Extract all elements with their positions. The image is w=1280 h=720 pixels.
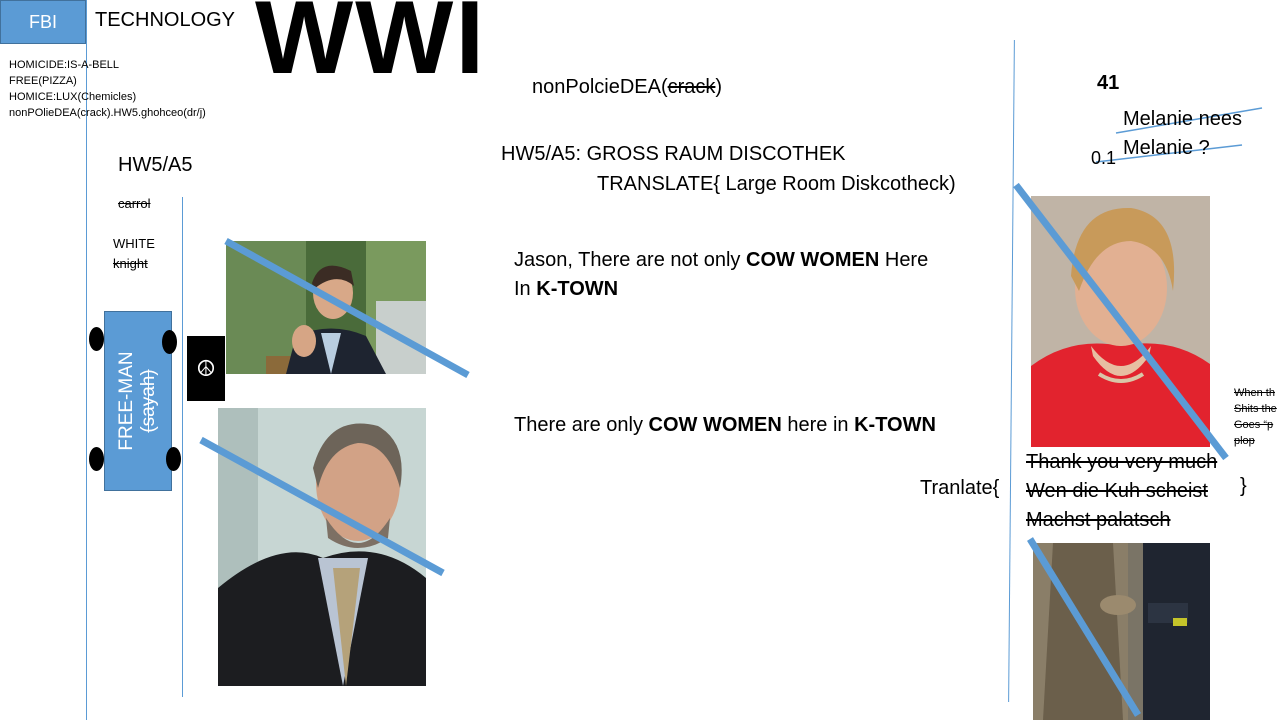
wheel [166,447,181,471]
melanie-line-1: Melanie nees [1123,108,1242,130]
hw5-translation-block: HW5/A5: GROSS RAUM DISCOTHEK TRANSLATE{ … [501,139,956,199]
translation-lines: Thank you very much Wen die Kuh scheist … [1026,448,1217,535]
side-note: When th Shits the Goes “p plop [1234,385,1277,449]
side-line: Shits the [1234,403,1277,415]
peace-icon: ☮ [187,336,225,401]
number-0-1: 0.1 [1091,148,1117,168]
number-41: 41 [1097,72,1120,94]
melanie-line-2: Melanie ? [1123,137,1210,159]
photo-man-selfie [218,408,426,686]
technology-label: TECHNOLOGY [95,9,236,31]
jason-e: K-TOWN [536,278,619,300]
wwi-title: WWI [255,0,487,96]
translation-line: Machst palatsch [1026,509,1171,531]
note-line: HOMICIDE:IS-A-BELL [9,59,120,71]
knight-label: knight [113,256,148,271]
photo-man-outdoors [226,241,426,374]
jason-c: Here [879,249,929,271]
nonpol-prefix: nonPolcieDEA( [532,76,668,98]
jason-text: Jason, There are not only COW WOMEN Here… [514,246,928,304]
jason-d: In [514,278,537,300]
only-a: There are only [514,414,649,436]
translation-line: Wen die Kuh scheist [1026,480,1208,502]
jason-a: Jason, There are not only [514,249,746,271]
side-line: Goes “p [1234,419,1274,431]
only-text: There are only COW WOMEN here in K-TOWN [514,414,936,437]
side-line: When th [1234,387,1275,399]
peace-symbol: ☮ [196,355,216,381]
jason-b: COW WOMEN [746,249,880,271]
car-text: FREE-MAN (sayah) [116,351,160,450]
middle-vertical-line [182,197,183,697]
right-vertical-line [1008,40,1015,702]
tranlate-label: Tranlate{ [920,477,1000,499]
nonpol-struck: crack [667,76,716,98]
jason-line-1: Jason, There are not only COW WOMEN Here [514,246,928,275]
photo-muddy-people [1033,543,1210,720]
wheel [89,447,104,471]
hw5-line-2: TRANSLATE{ Large Room Diskcotheck) [597,173,956,195]
photo-woman-red [1031,196,1210,447]
wheel [162,330,177,354]
car-label: FREE-MAN [116,351,137,451]
note-line: HOMICE:LUX(Chemicles) [9,91,137,103]
only-b: COW WOMEN [648,414,782,436]
side-line: plop [1234,435,1255,447]
fbi-label: FBI [28,11,57,32]
white-label: WHITE [113,236,155,251]
translation-line: Thank you very much [1026,451,1218,473]
note-line: FREE(PIZZA) [9,75,77,87]
note-line: nonPOlieDEA(crack).HW5.ghohceo(dr/j) [9,107,206,119]
car-sub-label: (sayah) [138,369,159,433]
hw5-line-1: HW5/A5: GROSS RAUM DISCOTHEK [501,143,846,165]
fbi-box: FBI [0,0,86,44]
jason-line-2: In K-TOWN [514,275,928,304]
nonpol-suffix: ) [715,76,723,98]
only-d: K-TOWN [854,414,936,436]
closing-brace: } [1240,475,1247,497]
hw5-label: HW5/A5 [118,154,193,176]
wheel [89,327,104,351]
nonpol-text: nonPolcieDEA(crack) [532,76,722,99]
only-c: here in [781,414,855,436]
carrol-label: carrol [118,196,151,211]
notes-block: HOMICIDE:IS-A-BELL FREE(PIZZA) HOMICE:LU… [9,57,206,121]
